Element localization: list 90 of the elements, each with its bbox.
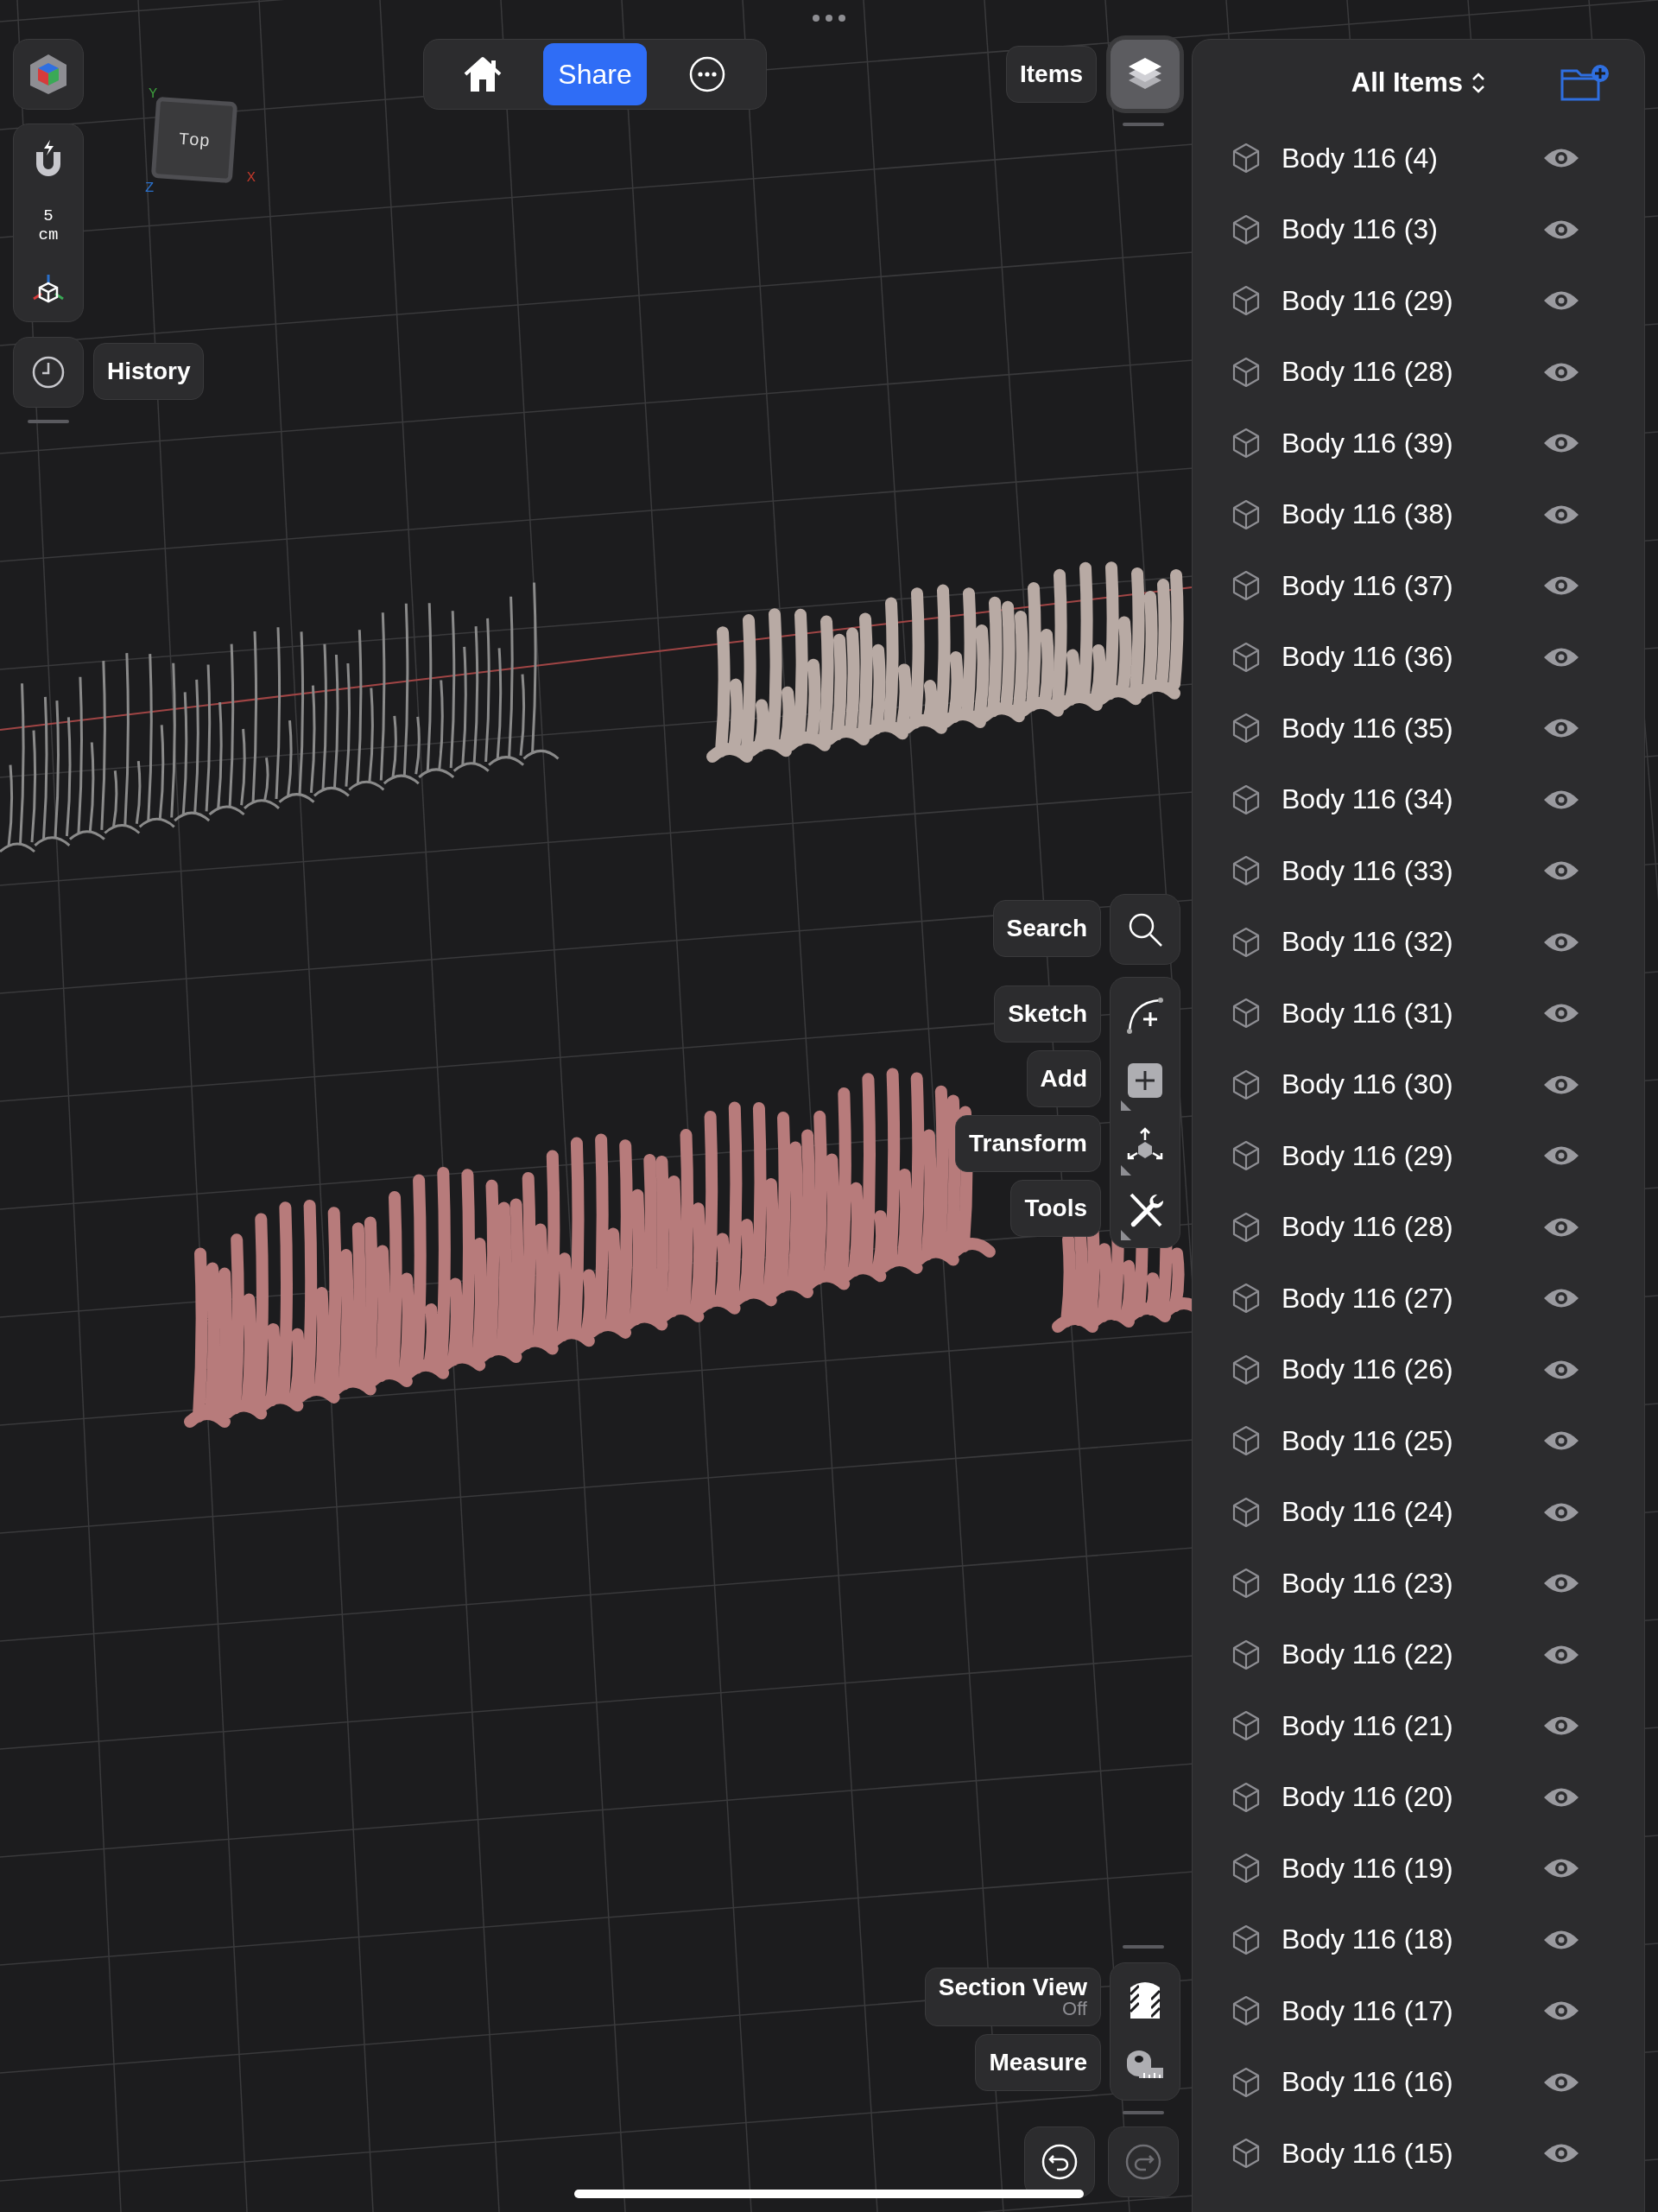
chevron-up-down-icon [1470,71,1487,95]
item-name[interactable]: Body 116 (21) [1281,1709,1522,1742]
item-name[interactable]: Body 116 (20) [1281,1781,1522,1814]
cube-icon [1231,1425,1261,1457]
cube-icon [1231,1068,1261,1100]
corner-marker-icon [1121,1230,1131,1240]
cube-icon [1231,855,1261,887]
measure-label[interactable]: Measure [975,2034,1101,2091]
add-icon[interactable] [1128,1062,1162,1098]
item-name[interactable]: Body 116 (30) [1281,1068,1522,1101]
item-name[interactable]: Body 116 (25) [1281,1424,1522,1457]
item-name[interactable]: Body 116 (4) [1281,142,1522,174]
item-name[interactable]: Body 116 (24) [1281,1496,1522,1529]
tool-label[interactable]: Sketch [994,986,1101,1043]
more-icon [689,56,725,92]
share-button[interactable]: Share [543,43,647,105]
section-view-button[interactable]: Section View Off [924,1968,1101,2026]
item-name[interactable]: Body 116 (26) [1281,1353,1522,1386]
cube-icon [1231,1140,1261,1172]
item-name[interactable]: Body 116 (28) [1281,356,1522,389]
grid-size-label[interactable]: 5 cm [38,206,59,244]
cube-icon [1231,356,1261,388]
item-name[interactable]: Body 116 (23) [1281,1567,1522,1600]
app-logo-icon [28,53,68,96]
item-name[interactable]: Body 116 (16) [1281,2066,1522,2099]
app-logo-button[interactable] [13,39,84,110]
cube-icon [1231,783,1261,815]
search-label[interactable]: Search [992,900,1101,957]
item-name[interactable]: Body 116 (15) [1281,2137,1522,2170]
item-name[interactable]: Body 116 (27) [1281,1282,1522,1315]
history-button[interactable] [13,337,84,408]
item-name[interactable]: Body 116 (18) [1281,1924,1522,1956]
undo-button[interactable] [1024,2126,1095,2197]
cube-icon [1231,1995,1261,2027]
item-name[interactable]: Body 116 (37) [1281,569,1522,602]
cube-icon [1231,641,1261,673]
item-name[interactable]: Body 116 (36) [1281,641,1522,674]
item-name[interactable]: Body 116 (33) [1281,854,1522,887]
item-name[interactable]: Body 116 (31) [1281,997,1522,1030]
cube-icon [1231,285,1261,317]
cube-icon [1231,428,1261,460]
cube-icon [1231,1283,1261,1315]
cube-icon [1231,498,1261,530]
cube-icon [1231,1924,1261,1955]
cube-icon [1231,1211,1261,1243]
search-button[interactable] [1110,894,1180,965]
item-name[interactable]: Body 116 (3) [1281,213,1522,246]
tool-label[interactable]: Add [1026,1050,1101,1107]
cube-icon [1231,1853,1261,1885]
clock-icon [31,355,66,390]
item-name[interactable]: Body 116 (22) [1281,1638,1522,1671]
cube-icon [1231,570,1261,602]
cube-icon [1231,1638,1261,1670]
cube-icon [1231,143,1261,174]
sketch-arc-icon[interactable] [1126,996,1164,1035]
items-label[interactable]: Items [1006,46,1098,103]
cube-icon [1231,213,1261,245]
history-label[interactable]: History [93,343,205,400]
item-name[interactable]: Body 116 (29) [1281,1139,1522,1172]
item-name[interactable]: Body 116 (28) [1281,1211,1522,1244]
item-name[interactable]: Body 116 (39) [1281,427,1522,460]
cube-icon [1231,926,1261,958]
corner-marker-icon [1121,1165,1131,1176]
axis-label: X [246,169,256,186]
more-dots-icon[interactable] [812,14,846,22]
cube-icon [1231,1781,1261,1813]
new-folder-icon[interactable] [1560,64,1610,102]
cube-icon [1231,1710,1261,1742]
item-name[interactable]: Body 116 (32) [1281,926,1522,959]
cube-icon [1231,998,1261,1030]
cube-icon [1231,2138,1261,2170]
corner-marker-icon [1121,1100,1131,1111]
tool-label[interactable]: Tools [1010,1180,1101,1237]
item-name[interactable]: Body 116 (17) [1281,1994,1522,2027]
cube-icon [1231,1568,1261,1600]
home-icon [462,55,503,93]
item-name[interactable]: Body 116 (29) [1281,284,1522,317]
item-name[interactable]: Body 116 (35) [1281,712,1522,745]
item-name[interactable]: Body 116 (34) [1281,783,1522,816]
cube-icon [1231,1353,1261,1385]
items-filter-dropdown[interactable]: All Items [1351,67,1487,98]
item-name[interactable]: Body 116 (38) [1281,498,1522,531]
tool-label[interactable]: Transform [955,1115,1101,1172]
redo-icon [1125,2144,1161,2180]
cube-icon [1231,1496,1261,1528]
cube-icon [1231,2066,1261,2098]
tape-measure-icon[interactable] [1125,2048,1165,2080]
item-name[interactable]: Body 116 (19) [1281,1852,1522,1885]
cube-icon [1231,713,1261,745]
undo-icon [1041,2144,1078,2180]
